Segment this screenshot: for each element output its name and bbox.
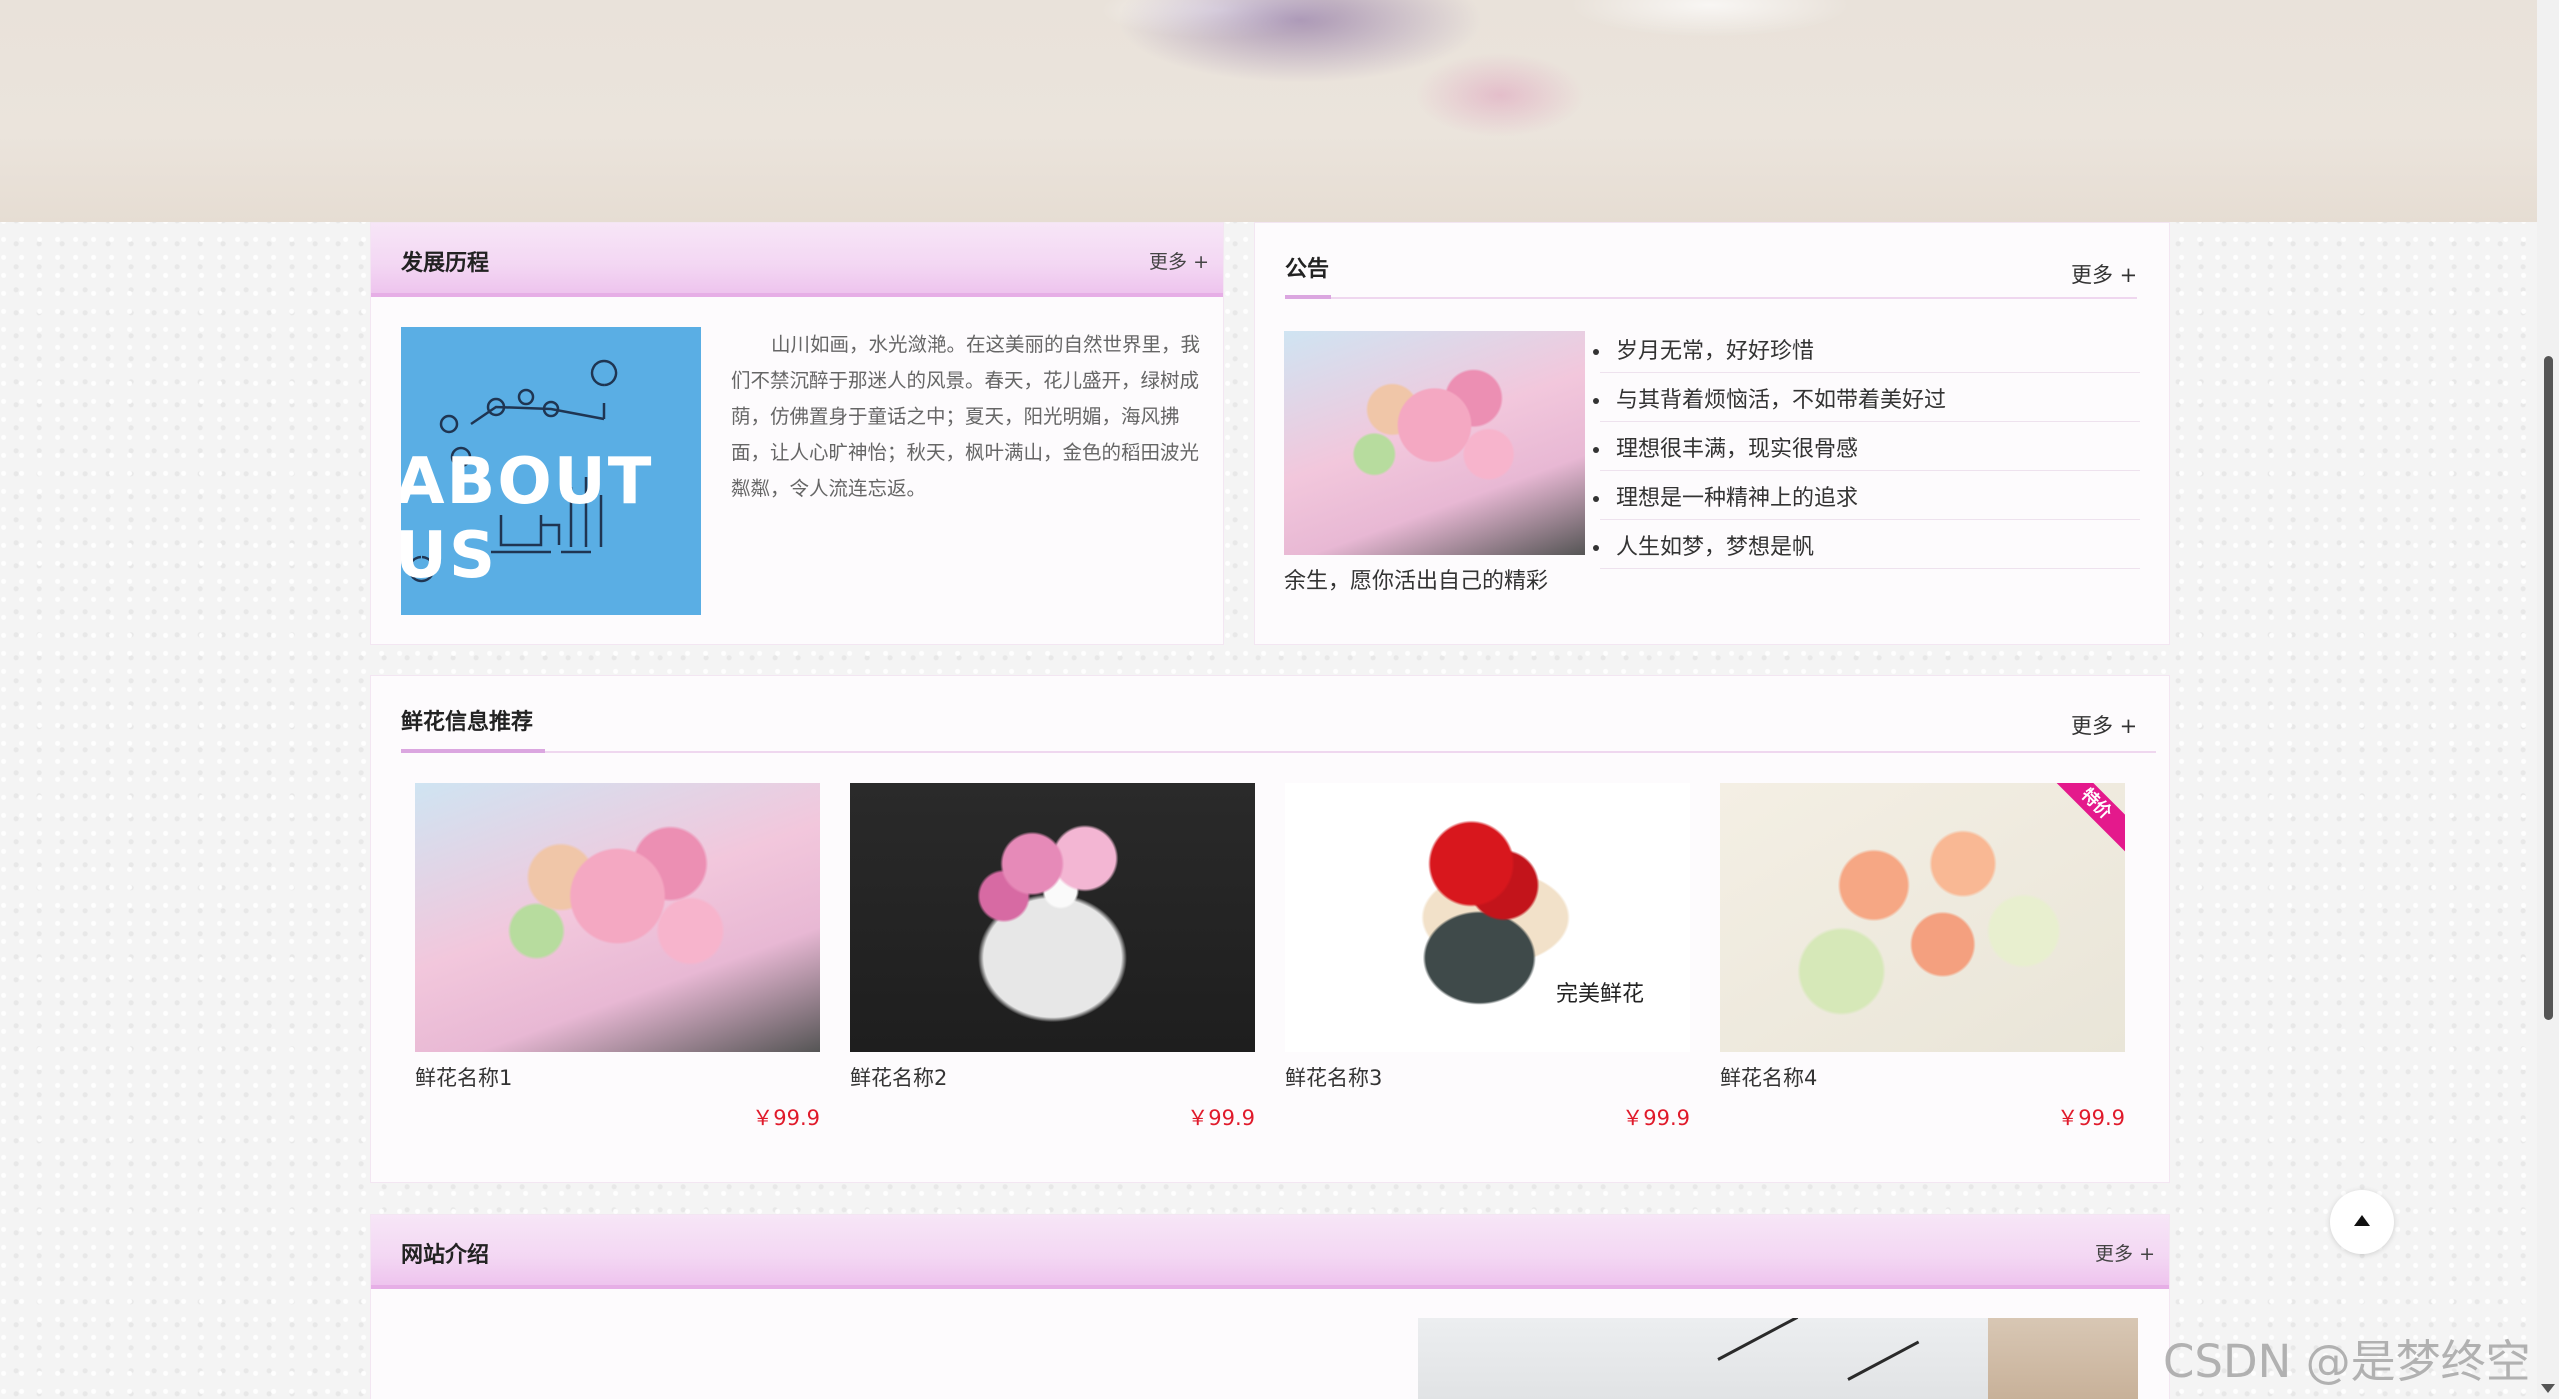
about-us-image: ABOUT US: [401, 327, 701, 615]
notice-header-accent: [1285, 295, 1331, 299]
notice-item[interactable]: 人生如梦，梦想是帆: [1593, 520, 2140, 569]
history-more-link[interactable]: 更多 +: [1149, 247, 1209, 274]
notice-item[interactable]: 岁月无常，好好珍惜: [1593, 324, 2140, 373]
recommend-more-link[interactable]: 更多 +: [2071, 710, 2137, 740]
history-title: 发展历程: [401, 251, 490, 276]
scroll-down-arrow-icon[interactable]: [2541, 1384, 2555, 1393]
notice-item[interactable]: 与其背着烦恼活，不如带着美好过: [1593, 373, 2140, 422]
intro-title: 网站介绍: [401, 1243, 490, 1268]
notice-image: [1284, 331, 1585, 555]
flower-name-4[interactable]: 鲜花名称4: [1720, 1062, 1817, 1092]
ceiling-beam: [1717, 1318, 1799, 1361]
flower-name-3[interactable]: 鲜花名称3: [1285, 1062, 1382, 1092]
notice-title: 公告: [1285, 257, 1330, 282]
flower-price-2: ￥99.9: [1187, 1106, 1255, 1130]
notice-item[interactable]: 理想很丰满，现实很骨感: [1593, 422, 2140, 471]
notice-header-line: [1285, 297, 2137, 299]
notice-list: 岁月无常，好好珍惜 与其背着烦恼活，不如带着美好过 理想很丰满，现实很骨感 理想…: [1593, 324, 2140, 569]
ceiling-beam: [1847, 1340, 1920, 1381]
wood-panel: [1988, 1318, 2138, 1399]
notice-more-link[interactable]: 更多 +: [2071, 259, 2137, 289]
csdn-watermark: CSDN @是梦终空: [2163, 1335, 2531, 1388]
flower-price-3: ￥99.9: [1622, 1106, 1690, 1130]
about-us-image-text: ABOUT US: [401, 445, 654, 593]
flower-price-4: ￥99.9: [2057, 1106, 2125, 1130]
flower-image-3[interactable]: 完美鲜花: [1285, 783, 1690, 1052]
flower-name-1[interactable]: 鲜花名称1: [415, 1062, 512, 1092]
top-banner: [0, 0, 2537, 222]
flower-image-1[interactable]: [415, 783, 820, 1052]
intro-more-link[interactable]: 更多 +: [2095, 1239, 2155, 1266]
intro-header: 网站介绍 更多 +: [371, 1215, 2169, 1289]
page-scrollbar[interactable]: [2537, 0, 2559, 1399]
recommend-title: 鲜花信息推荐: [401, 710, 534, 735]
special-price-badge: 特价: [2047, 783, 2125, 853]
flower-name-2[interactable]: 鲜花名称2: [850, 1062, 947, 1092]
flower-image-4[interactable]: 特价: [1720, 783, 2125, 1052]
flower-price-1: ￥99.9: [752, 1106, 820, 1130]
flower-image-2[interactable]: [850, 783, 1255, 1052]
recommend-header-accent: [401, 749, 545, 753]
notice-caption: 余生，愿你活出自己的精彩: [1284, 569, 1549, 594]
history-description: 山川如画，水光潋滟。在这美丽的自然世界里，我们不禁沉醉于那迷人的风景。春天，花儿…: [731, 333, 1201, 500]
flower-image-3-overlay: 完美鲜花: [1555, 982, 1644, 1007]
recommend-header-line: [401, 751, 2156, 753]
intro-photo: [1418, 1318, 2138, 1399]
scrollbar-thumb[interactable]: [2544, 356, 2553, 1020]
history-panel: 发展历程 更多 + ABOUT US 山川如画，水光潋滟。在这美丽的自然世界里，…: [370, 222, 1224, 645]
notice-item[interactable]: 理想是一种精神上的追求: [1593, 471, 2140, 520]
back-to-top-button[interactable]: [2330, 1190, 2394, 1254]
history-header: 发展历程 更多 +: [371, 223, 1223, 297]
